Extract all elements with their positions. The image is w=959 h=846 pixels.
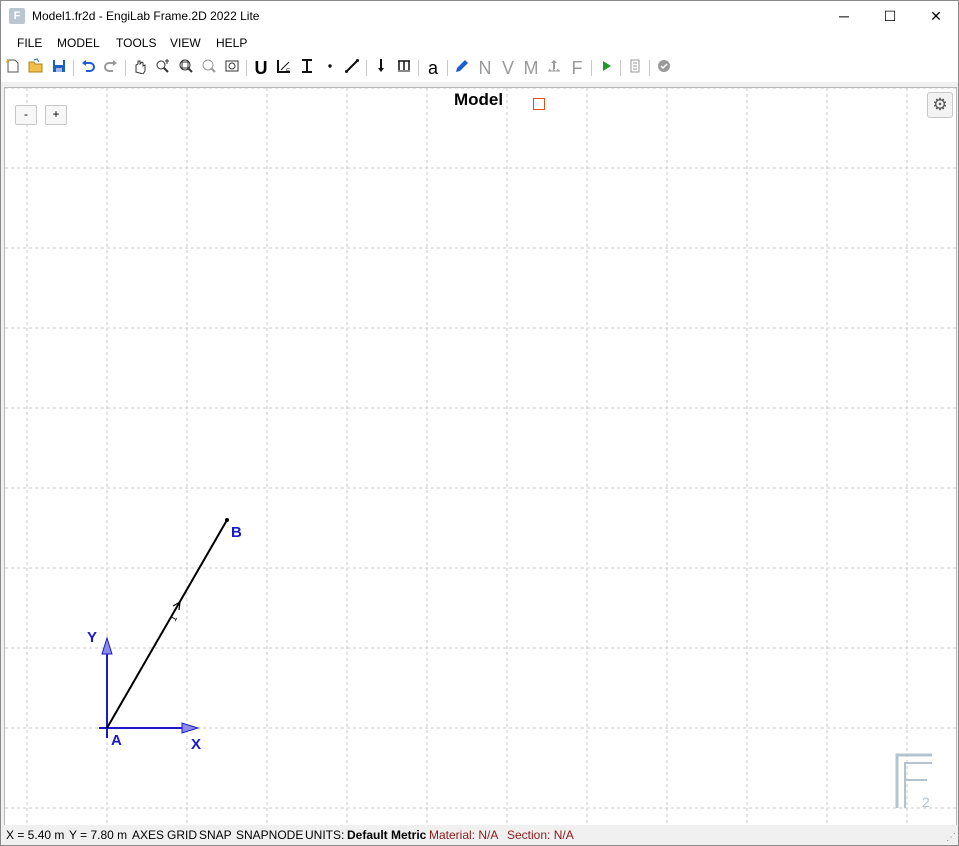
new-file-icon[interactable]: [3, 58, 23, 78]
labels-button[interactable]: a: [423, 58, 443, 78]
bending-moment-button[interactable]: M: [521, 58, 541, 78]
check-icon[interactable]: [654, 58, 674, 78]
app-window: F Model1.fr2d - EngiLab Frame.2D 2022 Li…: [0, 0, 959, 846]
status-axes-toggle[interactable]: AXES: [132, 828, 164, 842]
run-analysis-icon[interactable]: [596, 58, 616, 78]
node-a-label: A: [111, 732, 122, 749]
window-title: Model1.fr2d - EngiLab Frame.2D 2022 Lite: [32, 9, 260, 23]
title-bar: F Model1.fr2d - EngiLab Frame.2D 2022 Li…: [1, 1, 958, 32]
menu-tools[interactable]: TOOLS: [116, 36, 156, 50]
model-canvas[interactable]: Y X 1 A B 2 - + Model ⚙: [4, 87, 957, 826]
settings-gear-icon[interactable]: ⚙: [927, 92, 953, 118]
canvas-title: Model: [454, 90, 504, 109]
y-axis-arrowhead: [101, 636, 113, 655]
model-indicator-box[interactable]: [533, 98, 545, 110]
distributed-load-icon[interactable]: [394, 58, 414, 78]
close-button[interactable]: ✕: [913, 1, 958, 32]
app-icon: F: [9, 8, 25, 24]
menu-file[interactable]: FILE: [17, 36, 42, 50]
menu-bar: FILE MODEL TOOLS VIEW HELP: [1, 32, 958, 54]
menu-view[interactable]: VIEW: [170, 36, 201, 50]
menu-help[interactable]: HELP: [216, 36, 247, 50]
resize-grip-icon[interactable]: ⋰: [946, 832, 956, 843]
nodal-load-icon[interactable]: [371, 58, 391, 78]
minimize-button[interactable]: ─: [821, 1, 867, 32]
undo-icon[interactable]: [78, 58, 98, 78]
pan-icon[interactable]: [130, 58, 150, 78]
zoom-in-icon[interactable]: [153, 58, 173, 78]
status-y-coordinate: Y = 7.80 m: [69, 828, 128, 842]
status-snap-toggle[interactable]: SNAP: [199, 828, 232, 842]
watermark-subscript: 2: [922, 794, 930, 810]
materials-icon[interactable]: E: [274, 58, 294, 78]
zoom-previous-icon[interactable]: [222, 58, 242, 78]
force-button[interactable]: F: [567, 58, 587, 78]
model-drawing: Y X 1 A B 2: [5, 88, 956, 825]
zoom-out-button[interactable]: -: [15, 105, 37, 125]
status-snapnode-toggle[interactable]: SNAPNODE: [236, 828, 303, 842]
zoom-in-button[interactable]: +: [45, 105, 67, 125]
redo-icon[interactable]: [101, 58, 121, 78]
element-number-label: 1: [168, 614, 179, 623]
maximize-button[interactable]: ☐: [867, 1, 913, 32]
node-icon[interactable]: [320, 58, 340, 78]
status-units-value: Default Metric: [347, 828, 427, 842]
edit-pencil-icon[interactable]: [452, 58, 472, 78]
frame-element[interactable]: 1: [106, 518, 229, 729]
units-button[interactable]: U: [251, 58, 271, 78]
menu-model[interactable]: MODEL: [57, 36, 100, 50]
element-icon[interactable]: [342, 58, 362, 78]
node-b-marker[interactable]: [225, 518, 229, 522]
report-icon[interactable]: [625, 58, 645, 78]
f2-watermark-logo: 2: [895, 753, 932, 810]
x-axis-label: X: [191, 736, 201, 753]
sections-icon[interactable]: [297, 58, 317, 78]
svg-text:E: E: [286, 69, 290, 74]
open-file-icon[interactable]: [26, 58, 46, 78]
reactions-icon[interactable]: [544, 58, 564, 78]
zoom-extents-icon[interactable]: [176, 58, 196, 78]
status-units-label: UNITS:: [305, 828, 345, 842]
toolbar: U E a N V M F: [1, 54, 958, 82]
status-section: Section: N/A: [507, 828, 574, 842]
status-grid-toggle[interactable]: GRID: [167, 828, 197, 842]
x-axis-arrowhead: [181, 722, 200, 734]
status-bar: X = 5.40 m Y = 7.80 m AXES GRID SNAP SNA…: [1, 825, 958, 845]
y-axis-label: Y: [87, 629, 97, 646]
status-x-coordinate: X = 5.40 m: [6, 828, 65, 842]
node-b-label: B: [231, 524, 242, 541]
zoom-out-icon[interactable]: [199, 58, 219, 78]
grid-lines: [5, 88, 956, 825]
status-material: Material: N/A: [429, 828, 499, 842]
element-line[interactable]: [106, 519, 228, 729]
shear-force-button[interactable]: V: [498, 58, 518, 78]
normal-force-button[interactable]: N: [475, 58, 495, 78]
save-icon[interactable]: [49, 58, 69, 78]
